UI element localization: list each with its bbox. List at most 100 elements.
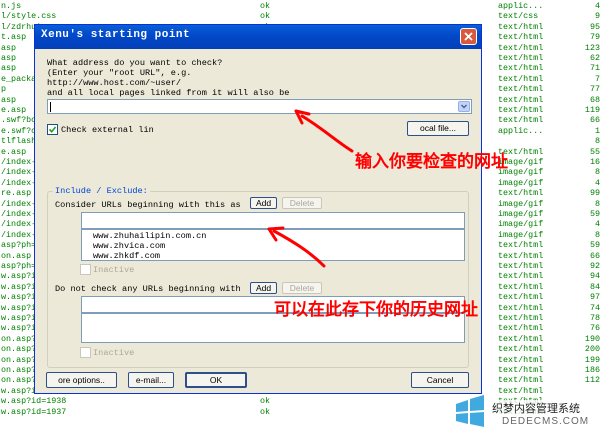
url-cell: t.asp (1, 32, 27, 43)
url-cell: w.asp?id=1938 (1, 396, 67, 407)
ok-button[interactable]: OK (185, 372, 247, 388)
url-cell: n.js (1, 1, 22, 11)
url-cell: w.asp?i (1, 313, 37, 323)
exclude-add-button[interactable]: Add (250, 282, 277, 294)
table-row[interactable]: l/style.css ok text/css 9 (0, 11, 600, 21)
size-cell: 8 (594, 229, 600, 240)
dialog-title-bar[interactable]: Xenu's starting point (35, 25, 481, 49)
check-external-checkbox[interactable] (47, 124, 58, 135)
url-cell: /index- (1, 167, 37, 178)
type-cell: text/html (498, 53, 544, 63)
windows-logo-icon (456, 395, 484, 427)
include-add-button[interactable]: Add (250, 197, 277, 209)
url-cell: w.asp?i (1, 302, 37, 313)
type-cell: image/gif (498, 229, 544, 240)
list-item[interactable]: www.zhkdf.com (93, 251, 160, 261)
type-cell: text/html (498, 365, 544, 375)
prompt-line-3: http://www.host.com/~user/ (47, 78, 182, 88)
url-cell: w.asp?i (1, 271, 37, 282)
type-cell: text/css (498, 11, 539, 22)
type-cell: text/html (498, 302, 544, 313)
size-cell: 190 (584, 333, 600, 344)
size-cell: 16 (589, 157, 600, 167)
annotation-history-urls: 可以在此存下你的历史网址 (274, 300, 478, 320)
type-cell: text/html (498, 42, 544, 53)
type-cell: image/gif (498, 219, 544, 230)
type-cell: image/gif (498, 177, 544, 188)
type-cell: text/html (498, 32, 544, 43)
url-cell: asp (1, 94, 17, 105)
size-cell: 79 (589, 32, 600, 43)
type-cell: text/html (498, 115, 544, 126)
size-cell: 95 (589, 21, 600, 32)
type-cell: text/html (498, 21, 544, 32)
exclude-label: Do not check any URLs beginning with (55, 284, 241, 294)
type-cell: text/html (498, 188, 544, 199)
url-cell: /index- (1, 157, 37, 167)
exclude-delete-button[interactable]: Delete (282, 282, 322, 294)
size-cell: 74 (589, 302, 600, 313)
type-cell: text/html (498, 250, 544, 261)
type-cell: text/html (498, 281, 544, 292)
more-options-button[interactable]: ore options.. (46, 372, 117, 388)
include-url-input[interactable] (81, 212, 465, 229)
size-cell: 9 (594, 11, 600, 22)
list-item[interactable]: www.zhuhailipin.com.cn (93, 231, 206, 241)
url-cell: on.asp? (1, 365, 37, 375)
type-cell: text/html (498, 292, 544, 303)
local-file-button[interactable]: ocal file... (407, 121, 469, 136)
watermark-text: 织梦内容管理系统 (492, 400, 580, 416)
size-cell: 199 (584, 354, 600, 365)
include-inactive-checkbox[interactable] (80, 264, 91, 275)
url-cell: .swf?bc (1, 115, 37, 126)
type-cell: text/html (498, 333, 544, 344)
type-cell: text/html (498, 323, 544, 334)
prompt-line-1: What address do you want to check? (47, 58, 223, 68)
url-cell: e.asp (1, 146, 27, 157)
size-cell: 8 (594, 136, 600, 147)
url-cell: /index- (1, 229, 37, 240)
type-cell: text/html (498, 240, 544, 251)
size-cell: 92 (589, 261, 600, 271)
size-cell: 68 (589, 94, 600, 105)
url-cell: on.asp (1, 250, 32, 261)
url-dropdown-button[interactable] (458, 101, 470, 112)
include-delete-button[interactable]: Delete (282, 197, 322, 209)
url-cell: on.asp? (1, 333, 37, 344)
dialog-title: Xenu's starting point (41, 29, 191, 41)
type-cell: image/gif (498, 209, 544, 219)
exclude-inactive-checkbox[interactable] (80, 347, 91, 358)
url-combobox[interactable] (47, 99, 472, 114)
size-cell: 119 (584, 105, 600, 115)
size-cell: 66 (589, 115, 600, 126)
size-cell: 62 (589, 53, 600, 63)
url-cell: /index- (1, 219, 37, 230)
close-icon (464, 32, 473, 41)
type-cell: image/gif (498, 198, 544, 209)
size-cell: 94 (589, 271, 600, 282)
list-item[interactable]: www.zhvica.com (93, 241, 165, 251)
prompt-line-2: (Enter your "root URL", e.g. (47, 68, 192, 78)
size-cell: 8 (594, 167, 600, 178)
size-cell: 4 (594, 219, 600, 230)
type-cell: text/html (498, 271, 544, 282)
url-cell: e.asp (1, 105, 27, 115)
table-row[interactable]: n.js ok applic... 4 (0, 1, 600, 11)
size-cell: 66 (589, 250, 600, 261)
chevron-down-icon (461, 104, 467, 109)
close-button[interactable] (460, 28, 477, 45)
include-label: Consider URLs beginning with this as (55, 200, 241, 210)
size-cell: 71 (589, 63, 600, 74)
size-cell: 4 (594, 177, 600, 188)
size-cell: 123 (584, 42, 600, 53)
size-cell: 77 (589, 84, 600, 95)
size-cell: 1 (594, 125, 600, 136)
type-cell: text/html (498, 84, 544, 95)
email-button[interactable]: e-mail... (128, 372, 174, 388)
status-cell: ok (260, 11, 271, 22)
include-url-list[interactable]: www.zhuhailipin.com.cn www.zhvica.com ww… (81, 229, 465, 261)
site-watermark: 织梦内容管理系统 DEDECMS.COM (446, 384, 600, 436)
type-cell: text/html (498, 344, 544, 355)
size-cell: 97 (589, 292, 600, 303)
type-cell: text/html (498, 94, 544, 105)
